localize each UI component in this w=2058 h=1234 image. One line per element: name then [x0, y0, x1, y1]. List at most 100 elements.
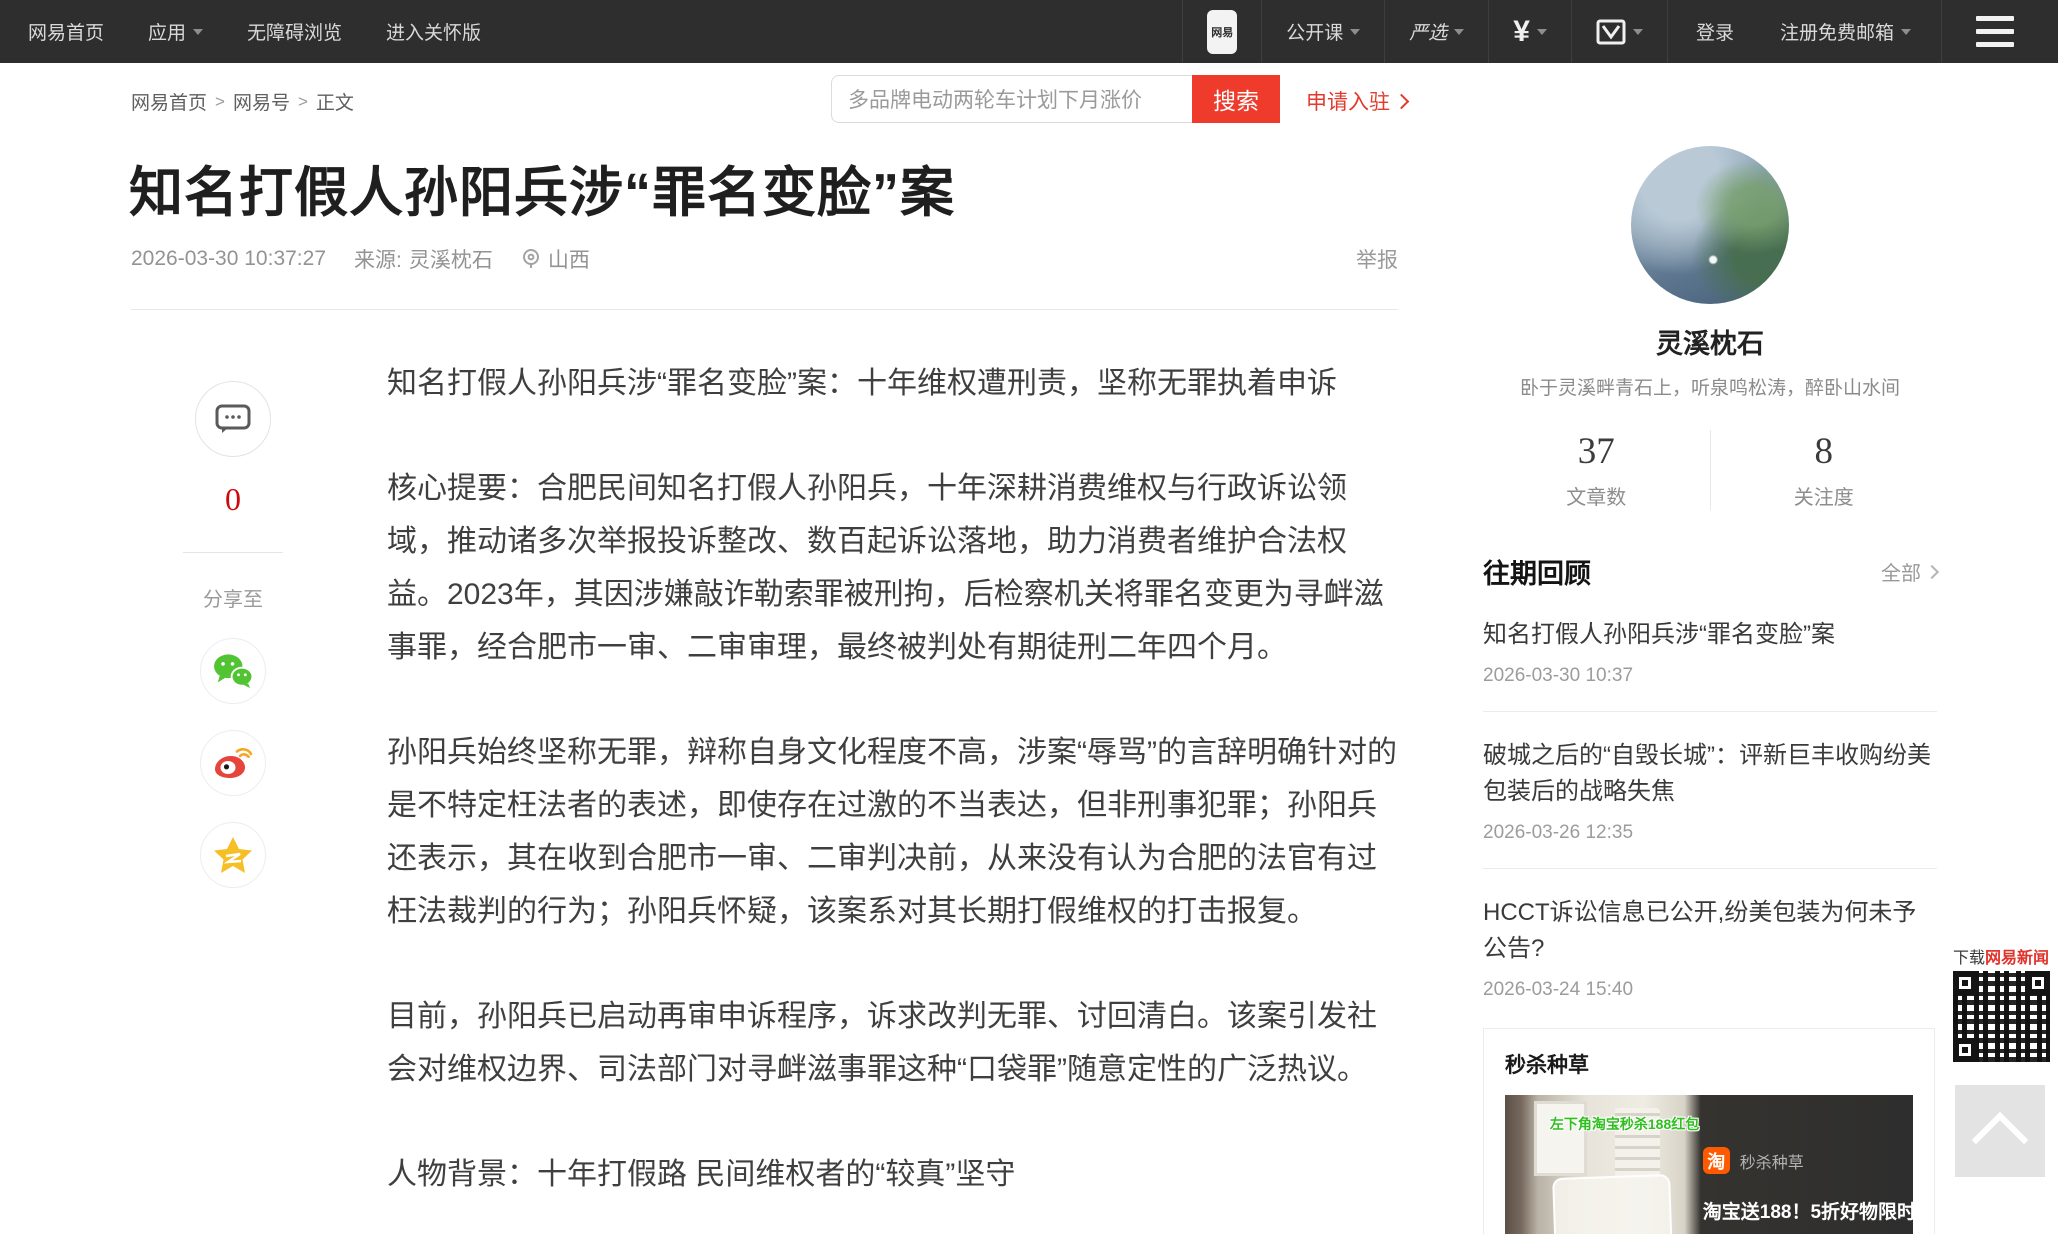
nav-open-course-menu[interactable]: 公开课	[1261, 0, 1384, 63]
netease-phone-icon: 网易	[1207, 10, 1237, 54]
past-article-title: 知名打假人孙阳兵涉“罪名变脸”案	[1483, 617, 1937, 653]
taobao-icon: 淘	[1703, 1147, 1730, 1174]
nav-care-mode-link[interactable]: 进入关怀版	[386, 18, 481, 45]
author-name[interactable]: 灵溪枕石	[1483, 322, 1937, 361]
article-paragraph: 知名打假人孙阳兵涉“罪名变脸”案：十年维权遭刑责，坚称无罪执着申诉	[387, 357, 1400, 410]
article-source[interactable]: 来源: 灵溪枕石	[354, 244, 493, 274]
arrow-right-icon	[1394, 93, 1410, 109]
open-course-label: 公开课	[1286, 18, 1343, 45]
view-all-link[interactable]: 全部	[1881, 557, 1937, 586]
view-all-label: 全部	[1881, 557, 1921, 586]
past-article-title: 破城之后的“自毁长城”：评新巨丰收购纷美包装后的战略失焦	[1483, 738, 1937, 810]
promo-brand-row: 淘 秒杀种草	[1703, 1147, 1804, 1174]
past-article-item[interactable]: HCCT诉讼信息已公开,纷美包装为何未予公告? 2026-03-24 15:40	[1483, 869, 1937, 1025]
stat-articles: 37 文章数	[1483, 430, 1711, 510]
promo-right-panel: 淘 秒杀种草 淘宝送188！5折好物限时抢	[1697, 1095, 1913, 1234]
nav-home-link[interactable]: 网易首页	[28, 18, 104, 45]
mail-icon	[1596, 18, 1626, 46]
apply-label: 申请入驻	[1306, 86, 1390, 116]
past-article-date: 2026-03-26 12:35	[1483, 822, 1937, 844]
flash-sale-card: 秒杀种草 左下角淘宝秒杀188红包 淘 秒杀种草 淘宝送188！5折好物限时抢	[1483, 1028, 1935, 1234]
thumbnail-photo-frame	[1534, 1101, 1587, 1176]
articles-count: 37	[1483, 430, 1710, 473]
followers-count: 8	[1711, 430, 1938, 473]
chevron-down-icon	[193, 29, 203, 35]
report-link[interactable]: 举报	[1356, 244, 1398, 274]
article-location: 山西	[521, 244, 590, 274]
share-weibo-button[interactable]	[200, 730, 266, 796]
share-qzone-button[interactable]	[200, 822, 266, 888]
promo-video-thumbnail[interactable]: 左下角淘宝秒杀188红包 淘 秒杀种草 淘宝送188！5折好物限时抢	[1505, 1095, 1913, 1234]
top-nav-left: 网易首页 应用 无障碍浏览 进入关怀版	[0, 18, 481, 45]
download-prefix: 下载	[1953, 950, 1985, 967]
download-app-label: 下载网易新闻	[1953, 944, 2053, 968]
flash-sale-title: 秒杀种草	[1505, 1049, 1913, 1079]
chevron-right-icon	[1925, 564, 1939, 578]
back-to-top-button[interactable]	[1955, 1085, 2045, 1177]
share-to-label: 分享至	[183, 583, 283, 612]
comment-count: 0	[183, 481, 283, 518]
followers-label: 关注度	[1711, 481, 1938, 510]
article-paragraph: 核心提要：合肥民间知名打假人孙阳兵，十年深耕消费维权与行政诉讼领域，推动诸多次举…	[387, 462, 1400, 674]
breadcrumb-separator: >	[215, 92, 225, 112]
breadcrumb-channel[interactable]: 网易号	[233, 88, 290, 115]
article-datetime: 2026-03-30 10:37:27	[131, 247, 326, 271]
search-input[interactable]	[831, 75, 1192, 123]
search-bar: 搜索	[831, 75, 1280, 123]
article-paragraph: 人物背景：十年打假路 民间维权者的“较真”坚守	[387, 1148, 1400, 1201]
nav-finance-menu[interactable]: ¥	[1488, 0, 1571, 63]
article-paragraph: 孙阳兵始终坚称无罪，辩称自身文化程度不高，涉案“辱骂”的言辞明确针对的是不特定枉…	[387, 726, 1400, 938]
comment-bubble-icon	[214, 402, 252, 436]
yanxuan-label: 严选	[1409, 18, 1447, 45]
past-articles-header: 往期回顾 全部	[1483, 552, 1937, 591]
promo-tagline: 淘宝送188！5折好物限时抢	[1703, 1197, 1913, 1224]
chevron-up-icon	[1972, 1112, 2029, 1169]
chevron-down-icon	[1454, 29, 1464, 35]
article-meta: 2026-03-30 10:37:27 来源: 灵溪枕石 山西 举报	[131, 244, 1398, 274]
past-article-item[interactable]: 知名打假人孙阳兵涉“罪名变脸”案 2026-03-30 10:37	[1483, 591, 1937, 712]
thumbnail-plastic-bin	[1552, 1174, 1674, 1234]
mobile-app-entry[interactable]: 网易	[1182, 0, 1261, 63]
nav-accessibility-link[interactable]: 无障碍浏览	[247, 18, 342, 45]
download-brand: 网易新闻	[1985, 950, 2049, 967]
articles-label: 文章数	[1483, 481, 1710, 510]
share-wechat-button[interactable]	[200, 638, 266, 704]
nav-apps-menu[interactable]: 应用	[148, 18, 203, 45]
register-link[interactable]: 注册免费邮箱	[1780, 18, 1911, 45]
qzone-star-icon	[213, 836, 253, 874]
article-title: 知名打假人孙阳兵涉“罪名变脸”案	[129, 148, 1409, 227]
location-pin-icon	[521, 248, 541, 270]
nav-yanxuan-menu[interactable]: 严选	[1384, 0, 1488, 63]
location-name: 山西	[548, 244, 590, 274]
chevron-down-icon	[1633, 29, 1643, 35]
promo-brand-label: 秒杀种草	[1740, 1149, 1804, 1173]
share-rail: 0 分享至	[183, 381, 283, 888]
past-article-item[interactable]: 破城之后的“自毁长城”：评新巨丰收购纷美包装后的战略失焦 2026-03-26 …	[1483, 712, 1937, 869]
search-button[interactable]: 搜索	[1192, 75, 1280, 123]
source-label: 来源:	[354, 244, 402, 274]
qr-finder-pattern	[1953, 971, 1977, 995]
author-avatar[interactable]	[1631, 146, 1789, 304]
breadcrumb-separator: >	[298, 92, 308, 112]
source-name: 灵溪枕石	[409, 244, 493, 274]
register-label: 注册免费邮箱	[1780, 18, 1894, 45]
yuan-icon: ¥	[1513, 15, 1530, 49]
breadcrumb-current: 正文	[316, 88, 354, 115]
login-link[interactable]: 登录	[1696, 18, 1734, 45]
top-nav-right: 网易 公开课 严选 ¥ 登录	[1182, 0, 2058, 63]
nav-mail-menu[interactable]	[1571, 0, 1667, 63]
article-paragraph: 目前，孙阳兵已启动再审申诉程序，诉求改判无罪、讨回清白。该案引发社会对维权边界、…	[387, 990, 1400, 1096]
top-nav-bar: 网易首页 应用 无障碍浏览 进入关怀版 网易 公开课 严选 ¥	[0, 0, 2058, 63]
promo-banner-text: 左下角淘宝秒杀188红包	[1550, 1114, 1699, 1134]
breadcrumb: 网易首页 > 网易号 > 正文	[131, 88, 354, 115]
past-article-title: HCCT诉讼信息已公开,纷美包装为何未予公告?	[1483, 895, 1937, 967]
qr-finder-pattern	[1953, 1038, 1977, 1062]
comment-button[interactable]	[195, 381, 271, 457]
nav-apps-label: 应用	[148, 18, 186, 45]
author-bio: 卧于灵溪畔青石上，听泉鸣松涛，醉卧山水间	[1483, 373, 1937, 400]
qr-finder-pattern	[2026, 971, 2050, 995]
hamburger-menu-icon[interactable]	[1941, 0, 2058, 63]
wechat-icon	[212, 653, 254, 689]
breadcrumb-home[interactable]: 网易首页	[131, 88, 207, 115]
apply-to-join-link[interactable]: 申请入驻	[1306, 86, 1407, 116]
